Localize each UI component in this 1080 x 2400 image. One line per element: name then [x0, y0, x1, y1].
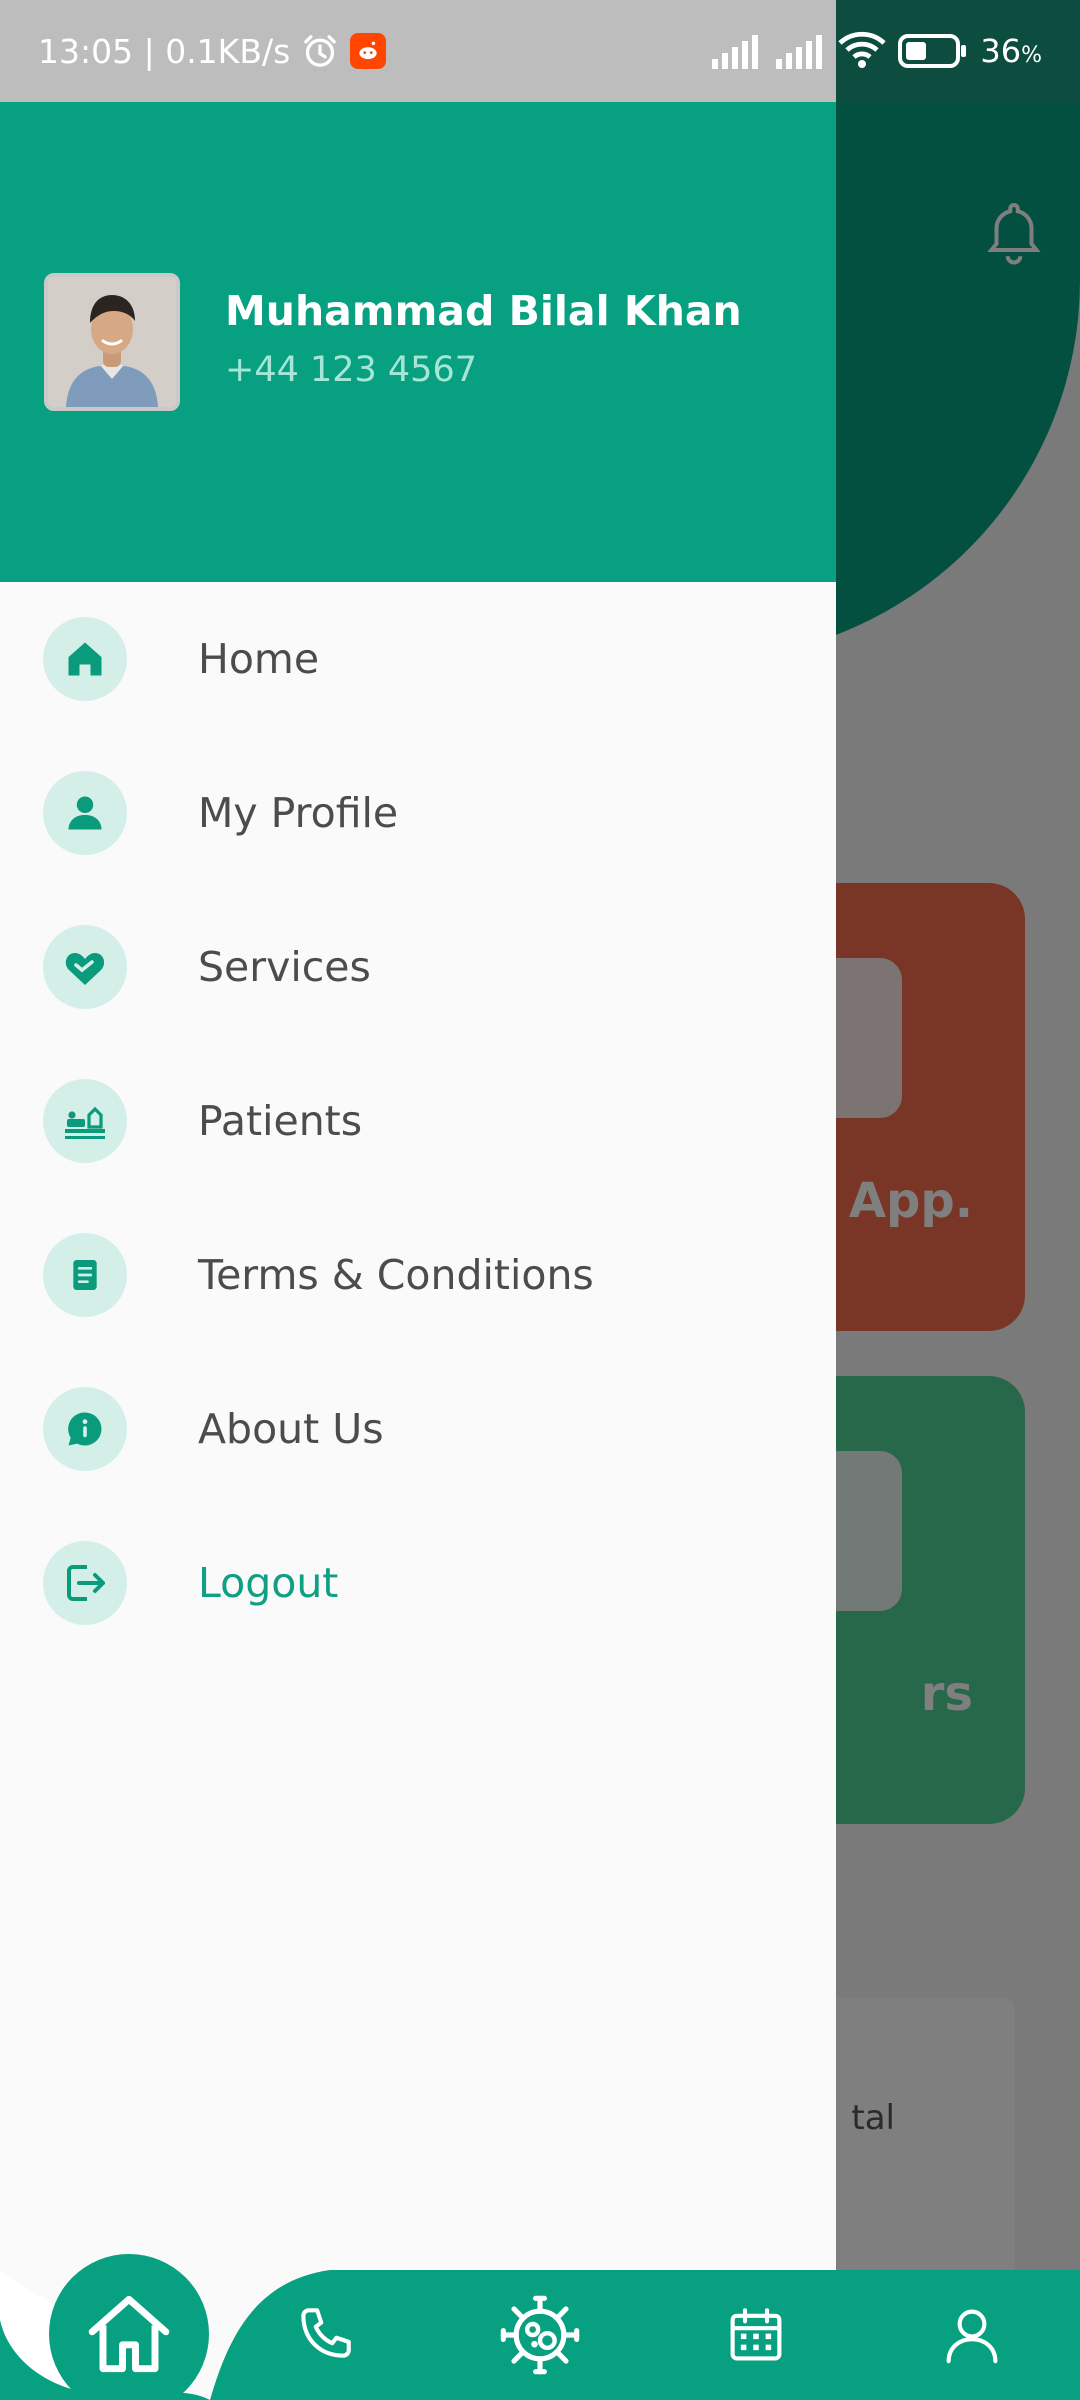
menu-item-my-profile[interactable]: My Profile — [0, 748, 836, 878]
menu-label: Patients — [198, 1097, 363, 1145]
phone-icon — [301, 2308, 351, 2358]
menu-label: Services — [198, 943, 371, 991]
user-icon — [946, 2309, 998, 2364]
menu-item-services[interactable]: Services — [0, 902, 836, 1032]
bottom-navigation — [0, 2254, 1080, 2400]
drawer-header: Muhammad Bilal Khan +44 123 4567 — [0, 102, 836, 582]
alarm-icon — [304, 35, 337, 67]
document-icon — [43, 1233, 127, 1317]
home-nav-button[interactable] — [49, 2254, 209, 2400]
menu-item-logout[interactable]: Logout — [0, 1518, 836, 1648]
menu-label: My Profile — [198, 789, 399, 837]
virus-nav-button[interactable] — [495, 2290, 585, 2380]
menu-label: Logout — [198, 1559, 339, 1607]
calendar-icon — [730, 2308, 782, 2361]
user-nav-button[interactable] — [932, 2295, 1012, 2375]
status-time: 13:05 | 0.1KB/s — [38, 31, 387, 71]
home-icon — [43, 617, 127, 701]
menu-label: Terms & Conditions — [198, 1251, 594, 1299]
signal-icon-2 — [776, 35, 823, 69]
navigation-drawer: Muhammad Bilal Khan +44 123 4567 Home My… — [0, 102, 836, 2400]
menu-item-about-us[interactable]: About Us — [0, 1364, 836, 1494]
avatar[interactable] — [44, 273, 180, 411]
person-icon — [43, 771, 127, 855]
status-time-speed: 13:05 | 0.1KB/s — [38, 31, 291, 71]
calendar-nav-button[interactable] — [716, 2295, 796, 2375]
info-chat-icon — [43, 1387, 127, 1471]
screen: d App. rs tal 13:05 | 0.1KB/s — [0, 0, 1080, 2400]
patient-bed-icon — [43, 1079, 127, 1163]
status-bar: 13:05 | 0.1KB/s 36% — [0, 0, 1080, 102]
phone-nav-button[interactable] — [284, 2295, 364, 2375]
status-icons: 36% — [710, 0, 1042, 102]
handshake-heart-icon — [43, 925, 127, 1009]
menu-item-terms-conditions[interactable]: Terms & Conditions — [0, 1210, 836, 1340]
menu-item-home[interactable]: Home — [0, 594, 836, 724]
reddit-icon — [350, 33, 387, 69]
home-icon — [88, 2295, 170, 2373]
logout-icon — [43, 1541, 127, 1625]
menu-item-patients[interactable]: Patients — [0, 1056, 836, 1186]
user-phone: +44 123 4567 — [225, 350, 477, 390]
wifi-icon — [838, 31, 887, 68]
user-name: Muhammad Bilal Khan — [225, 287, 742, 335]
virus-icon — [500, 2295, 580, 2375]
menu-label: Home — [198, 635, 320, 683]
profile-photo — [48, 277, 176, 407]
menu-label: About Us — [198, 1405, 384, 1453]
battery-percent: 36% — [980, 32, 1042, 70]
battery-icon — [898, 34, 967, 68]
signal-icon — [712, 35, 759, 69]
